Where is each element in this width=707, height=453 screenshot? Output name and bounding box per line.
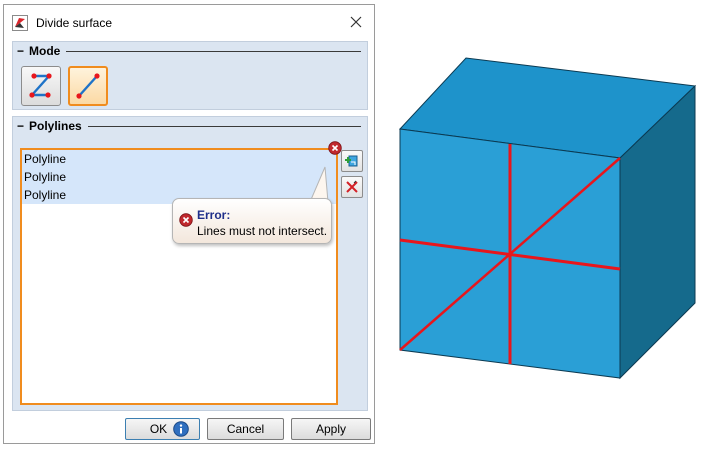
- error-title: Error:: [197, 208, 231, 222]
- polylines-label: Polylines: [29, 119, 82, 133]
- cube-model[interactable]: [390, 0, 707, 453]
- delete-icon: [346, 180, 358, 193]
- add-polyline-icon: [345, 155, 358, 167]
- add-polyline-button[interactable]: [341, 150, 363, 172]
- ok-button[interactable]: OK: [125, 418, 200, 440]
- mode-label: Mode: [29, 44, 61, 58]
- dialog-title: Divide surface: [36, 16, 113, 30]
- ok-label: OK: [149, 422, 168, 436]
- error-icon: [179, 213, 193, 227]
- collapse-icon[interactable]: −: [17, 119, 27, 133]
- close-button[interactable]: [346, 12, 366, 32]
- list-item[interactable]: Polyline: [22, 168, 336, 186]
- collapse-icon[interactable]: −: [17, 44, 27, 58]
- header-divider: [66, 51, 361, 52]
- info-icon: [173, 421, 189, 437]
- close-icon: [350, 16, 362, 28]
- error-badge-icon[interactable]: [328, 141, 342, 155]
- mode-line-button[interactable]: [68, 66, 108, 106]
- header-divider: [87, 126, 361, 127]
- list-item[interactable]: Polyline: [22, 150, 336, 168]
- polyline-zigzag-icon: [29, 73, 52, 98]
- polylines-group-header[interactable]: − Polylines: [17, 119, 361, 133]
- polylines-list[interactable]: Polyline Polyline Polyline: [20, 148, 338, 405]
- mode-group: − Mode: [12, 41, 368, 110]
- apply-button[interactable]: Apply: [291, 418, 371, 440]
- error-message: Lines must not intersect.: [197, 224, 328, 238]
- cancel-label: Cancel: [226, 422, 265, 436]
- mode-group-header[interactable]: − Mode: [17, 44, 361, 58]
- mode-polyline-button[interactable]: [21, 66, 61, 106]
- apply-label: Apply: [315, 422, 347, 436]
- title-bar: Divide surface: [4, 5, 374, 39]
- delete-polyline-button[interactable]: [341, 176, 363, 198]
- 3d-viewport[interactable]: [390, 0, 707, 453]
- cancel-button[interactable]: Cancel: [207, 418, 284, 440]
- tooltip-pointer: [309, 166, 329, 202]
- app-icon: [12, 15, 28, 31]
- straight-line-icon: [76, 73, 100, 99]
- error-tooltip: Error: Lines must not intersect.: [172, 198, 332, 244]
